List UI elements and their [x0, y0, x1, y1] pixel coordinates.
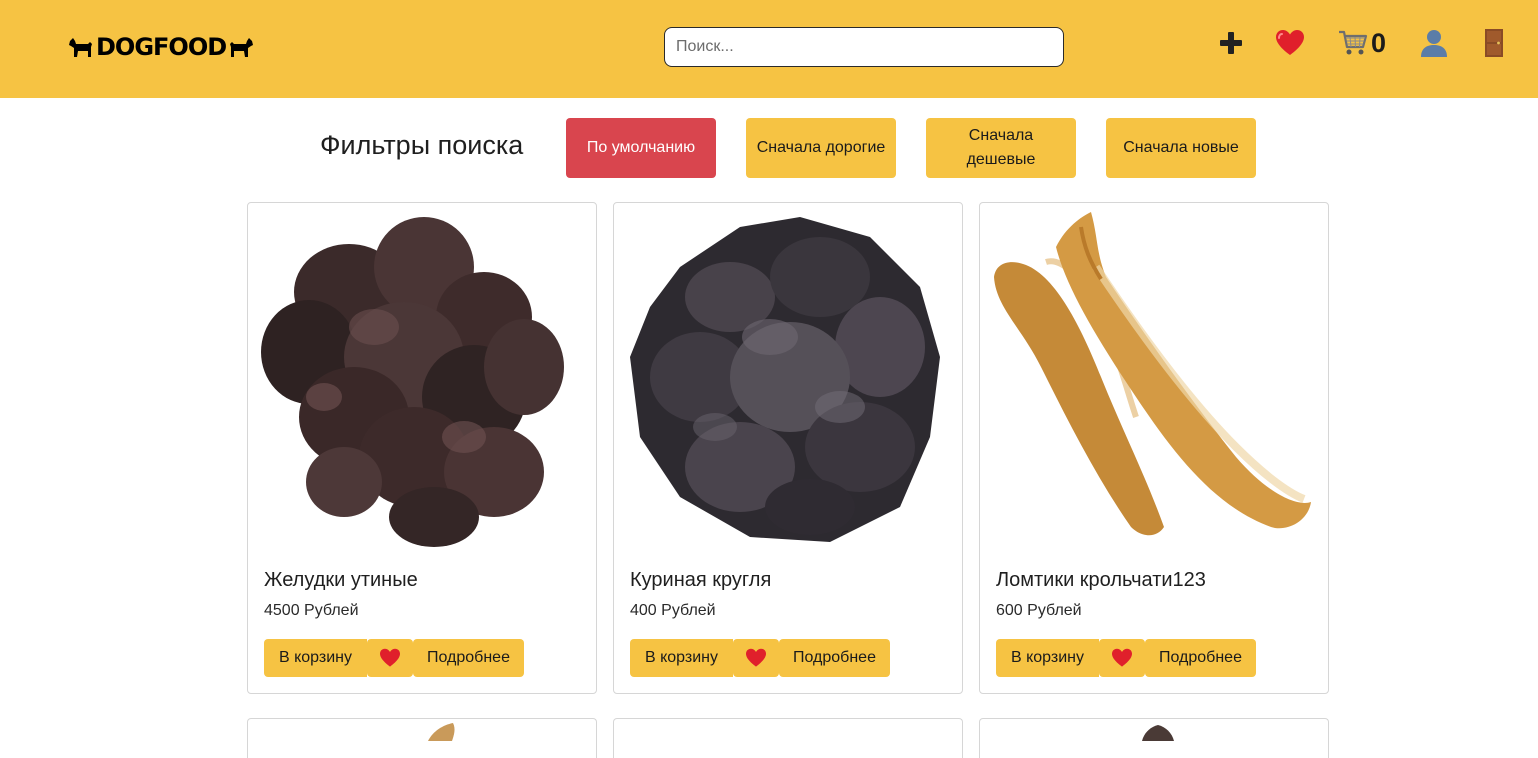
cart-icon	[1338, 30, 1368, 55]
add-to-favorites-button[interactable]	[733, 639, 779, 677]
product-price: 600 Рублей	[996, 602, 1082, 619]
cart-count: 0	[1370, 28, 1387, 58]
product-card	[247, 718, 597, 758]
add-product-button[interactable]	[1216, 26, 1246, 60]
search-input[interactable]	[664, 27, 1064, 67]
product-title[interactable]: Куриная кругля	[630, 567, 771, 593]
add-to-cart-button[interactable]: В корзину	[630, 639, 733, 677]
product-card: Ломтики крольчати123 600 Рублей В корзин…	[979, 202, 1329, 694]
dog-icon	[230, 38, 254, 57]
sort-cheap-first-button[interactable]: Сначала дешевые	[926, 118, 1076, 178]
product-image	[994, 212, 1311, 536]
product-title[interactable]: Ломтики крольчати123	[996, 567, 1206, 593]
product-image	[1142, 725, 1174, 741]
product-actions: В корзину Подробнее	[630, 639, 890, 677]
profile-button[interactable]	[1418, 26, 1450, 60]
details-button[interactable]: Подробнее	[1145, 639, 1256, 677]
product-title[interactable]: Желудки утиные	[264, 567, 418, 593]
product-card: Желудки утиные 4500 Рублей В корзину Под…	[247, 202, 597, 694]
product-card: Куриная кругля 400 Рублей В корзину Подр…	[613, 202, 963, 694]
product-actions: В корзину Подробнее	[996, 639, 1256, 677]
logout-button[interactable]	[1482, 26, 1506, 60]
add-to-cart-button[interactable]: В корзину	[264, 639, 367, 677]
heart-icon	[1276, 30, 1304, 55]
add-to-cart-button[interactable]: В корзину	[996, 639, 1099, 677]
cart-button[interactable]: 0	[1334, 26, 1390, 60]
product-actions: В корзину Подробнее	[264, 639, 524, 677]
details-button[interactable]: Подробнее	[413, 639, 524, 677]
favorites-button[interactable]	[1274, 26, 1306, 60]
product-image	[428, 723, 455, 741]
product-price: 4500 Рублей	[264, 602, 359, 619]
filters-title: Фильтры поиска	[320, 130, 524, 160]
product-card	[979, 718, 1329, 758]
heart-icon	[380, 648, 400, 667]
product-card	[613, 718, 963, 758]
user-icon	[1421, 30, 1447, 57]
sort-default-button[interactable]: По умолчанию	[566, 118, 716, 178]
details-button[interactable]: Подробнее	[779, 639, 890, 677]
sort-expensive-first-button[interactable]: Сначала дорогие	[746, 118, 896, 178]
sort-newest-first-button[interactable]: Сначала новые	[1106, 118, 1256, 178]
product-image	[630, 217, 940, 542]
door-icon	[1485, 29, 1503, 57]
site-header: DOGFOOD 0	[0, 0, 1538, 98]
add-to-favorites-button[interactable]	[367, 639, 413, 677]
product-price: 400 Рублей	[630, 602, 716, 619]
logo[interactable]: DOGFOOD	[67, 33, 255, 61]
product-image	[261, 217, 564, 547]
plus-icon	[1220, 32, 1242, 54]
dog-icon	[69, 38, 92, 57]
heart-icon	[1112, 648, 1132, 667]
add-to-favorites-button[interactable]	[1099, 639, 1145, 677]
heart-icon	[746, 648, 766, 667]
logo-text: DOGFOOD	[96, 33, 227, 61]
